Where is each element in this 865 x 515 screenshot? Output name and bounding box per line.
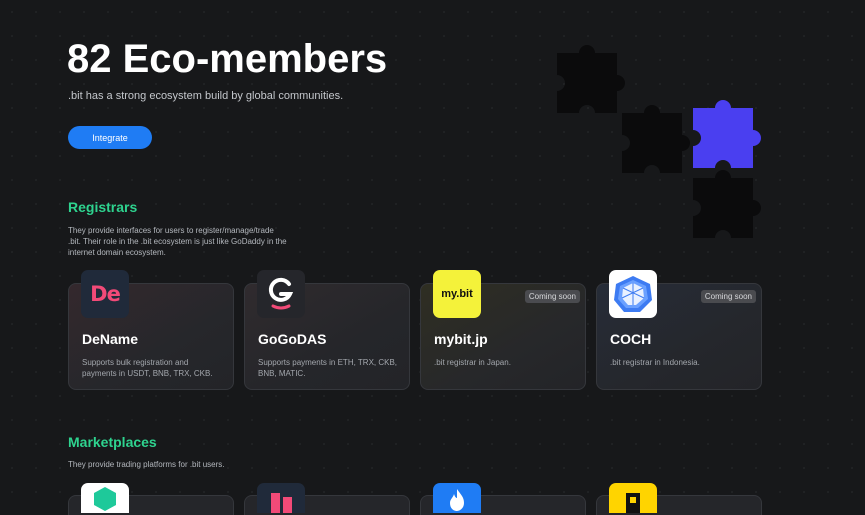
card-title: DeName [82, 331, 139, 347]
mybit-logo-text: my.bit [441, 288, 473, 300]
card-description: Supports payments in ETH, TRX, CKB, BNB,… [258, 358, 398, 378]
dark-puzzle-piece [693, 170, 761, 238]
gogodas-logo-icon [257, 270, 305, 318]
dename-logo-text: De [90, 282, 121, 306]
registrars-description: They provide interfaces for users to reg… [68, 226, 287, 257]
card-description: .bit registrar in Indonesia. [610, 358, 700, 367]
blue-puzzle-piece [693, 100, 761, 168]
coch-logo-icon [609, 270, 657, 318]
card-description: Supports bulk registration and payments … [82, 358, 213, 378]
page-subtitle: .bit has a strong ecosystem build by glo… [68, 90, 344, 102]
hexagon-logo-icon [81, 483, 129, 513]
coming-soon-badge: Coming soon [524, 290, 580, 303]
dename-glyph [271, 493, 292, 513]
marketplaces-heading: Marketplaces [68, 434, 157, 450]
hexagon-glyph [94, 487, 116, 511]
card-title: GoGoDAS [258, 331, 327, 347]
coming-soon-badge: Coming soon [700, 290, 756, 303]
marketplaces-description: They provide trading platforms for .bit … [68, 460, 225, 469]
card-title: COCH [610, 331, 652, 347]
dename-logo-icon: De [81, 270, 129, 318]
mybit-logo-icon: my.bit [433, 270, 481, 318]
dename-logo-icon [257, 483, 305, 513]
registrars-heading: Registrars [68, 199, 138, 215]
integrate-button[interactable]: Integrate [68, 126, 152, 149]
b-logo-icon [609, 483, 657, 513]
coch-gem-glyph [614, 276, 652, 312]
card-title: mybit.jp [434, 331, 488, 347]
puzzle-pieces-illustration [557, 45, 761, 238]
card-description: .bit registrar in Japan. [434, 358, 511, 367]
flame-logo-icon [433, 483, 481, 513]
gogodas-glyph [268, 277, 294, 310]
page-title: 82 Eco-members [67, 37, 388, 81]
b-glyph [626, 493, 640, 513]
dark-puzzle-piece [622, 105, 690, 173]
dark-puzzle-piece [557, 45, 625, 113]
flame-glyph [450, 489, 464, 511]
